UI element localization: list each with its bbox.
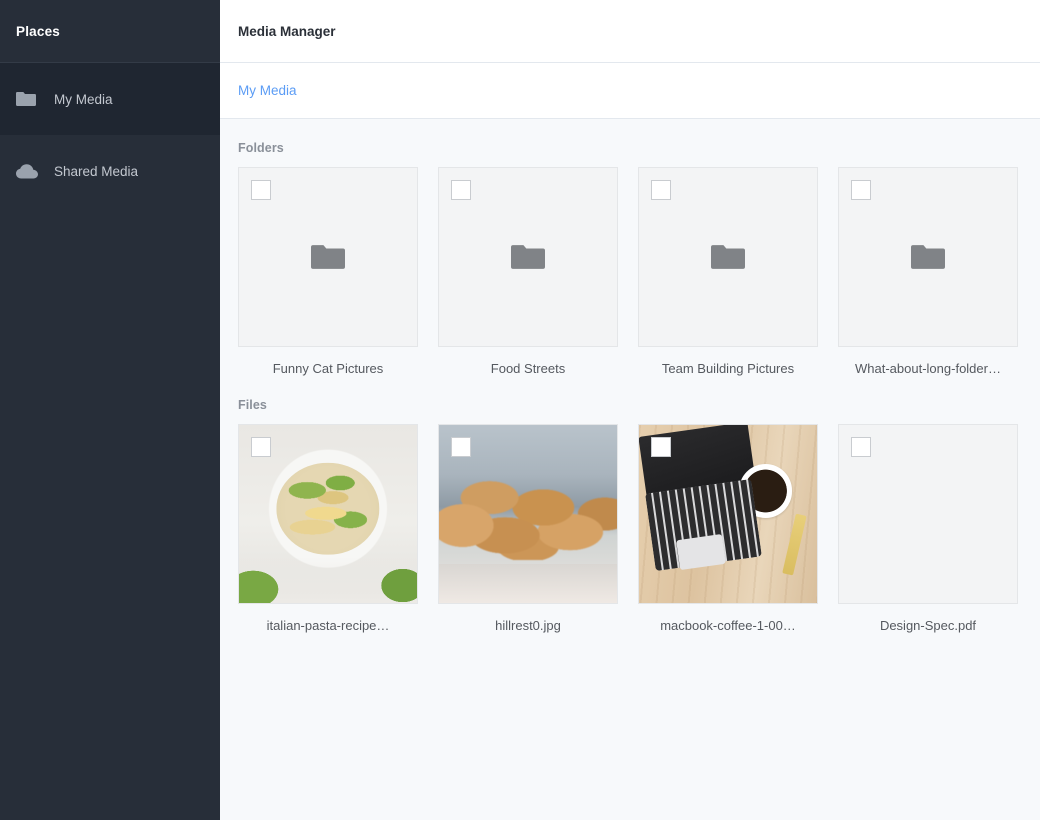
sidebar-item-my-media[interactable]: My Media <box>0 63 220 135</box>
folder-name: What-about-long-folder… <box>855 361 1001 376</box>
file-thumbnail[interactable] <box>238 424 418 604</box>
folder-name: Team Building Pictures <box>661 361 795 376</box>
sidebar-item-shared-media[interactable]: Shared Media <box>0 135 220 207</box>
file-tile[interactable]: Design-Spec.pdf <box>838 424 1018 633</box>
trackpad-shape <box>676 534 727 571</box>
folder-icon <box>511 245 545 269</box>
breadcrumb-item-my-media[interactable]: My Media <box>238 83 297 98</box>
folder-checkbox[interactable] <box>651 180 671 200</box>
file-tile[interactable]: italian-pasta-recipe… <box>238 424 418 633</box>
coffee-cup-shape <box>738 464 793 518</box>
files-section-label: Files <box>238 398 267 412</box>
file-name: italian-pasta-recipe… <box>266 618 390 633</box>
content-area: Folders Funny Cat Pictures Food Streets … <box>220 119 1040 820</box>
file-checkbox[interactable] <box>651 437 671 457</box>
file-thumbnail[interactable] <box>638 424 818 604</box>
file-checkbox[interactable] <box>851 437 871 457</box>
folder-icon <box>311 245 345 269</box>
sidebar-item-label: My Media <box>54 91 113 107</box>
page-title: Media Manager <box>238 23 336 39</box>
file-thumbnail[interactable] <box>438 424 618 604</box>
folder-thumbnail[interactable] <box>438 167 618 347</box>
sidebar-header: Places <box>0 0 220 63</box>
breadcrumb: My Media <box>220 63 1040 119</box>
folder-checkbox[interactable] <box>851 180 871 200</box>
folder-tile[interactable]: Funny Cat Pictures <box>238 167 418 376</box>
sidebar-item-label: Shared Media <box>54 163 139 179</box>
folder-thumbnail[interactable] <box>838 167 1018 347</box>
folder-tile[interactable]: Team Building Pictures <box>638 167 818 376</box>
sidebar-title: Places <box>16 23 60 39</box>
folder-checkbox[interactable] <box>251 180 271 200</box>
file-tile[interactable]: hillrest0.jpg <box>438 424 618 633</box>
folder-name: Funny Cat Pictures <box>272 361 384 376</box>
file-checkbox[interactable] <box>451 437 471 457</box>
main-panel: Media Manager My Media Folders Funny Cat… <box>220 0 1040 820</box>
folder-tile[interactable]: Food Streets <box>438 167 618 376</box>
folder-thumbnail[interactable] <box>238 167 418 347</box>
file-thumbnail[interactable] <box>838 424 1018 604</box>
folder-icon <box>911 245 945 269</box>
file-tile[interactable]: macbook-coffee-1-00… <box>638 424 818 633</box>
file-checkbox[interactable] <box>251 437 271 457</box>
cloud-icon <box>16 163 40 179</box>
folder-name: Food Streets <box>490 361 566 376</box>
file-name: hillrest0.jpg <box>495 618 561 633</box>
sidebar-empty-space <box>0 207 220 820</box>
folder-thumbnail[interactable] <box>638 167 818 347</box>
folders-section-label: Folders <box>238 141 284 155</box>
files-grid: italian-pasta-recipe… hillrest0.jpg macb… <box>220 424 1040 633</box>
pencil-shape <box>781 513 806 575</box>
file-name: macbook-coffee-1-00… <box>660 618 796 633</box>
top-bar: Media Manager <box>220 0 1040 63</box>
folder-icon <box>16 91 40 107</box>
media-manager-app: Places My Media Shared Media Media Manag… <box>0 0 1040 820</box>
file-name: Design-Spec.pdf <box>879 618 977 633</box>
folder-checkbox[interactable] <box>451 180 471 200</box>
folder-tile[interactable]: What-about-long-folder… <box>838 167 1018 376</box>
sidebar: Places My Media Shared Media <box>0 0 220 820</box>
folder-icon <box>711 245 745 269</box>
folders-grid: Funny Cat Pictures Food Streets Team Bui… <box>220 167 1040 376</box>
